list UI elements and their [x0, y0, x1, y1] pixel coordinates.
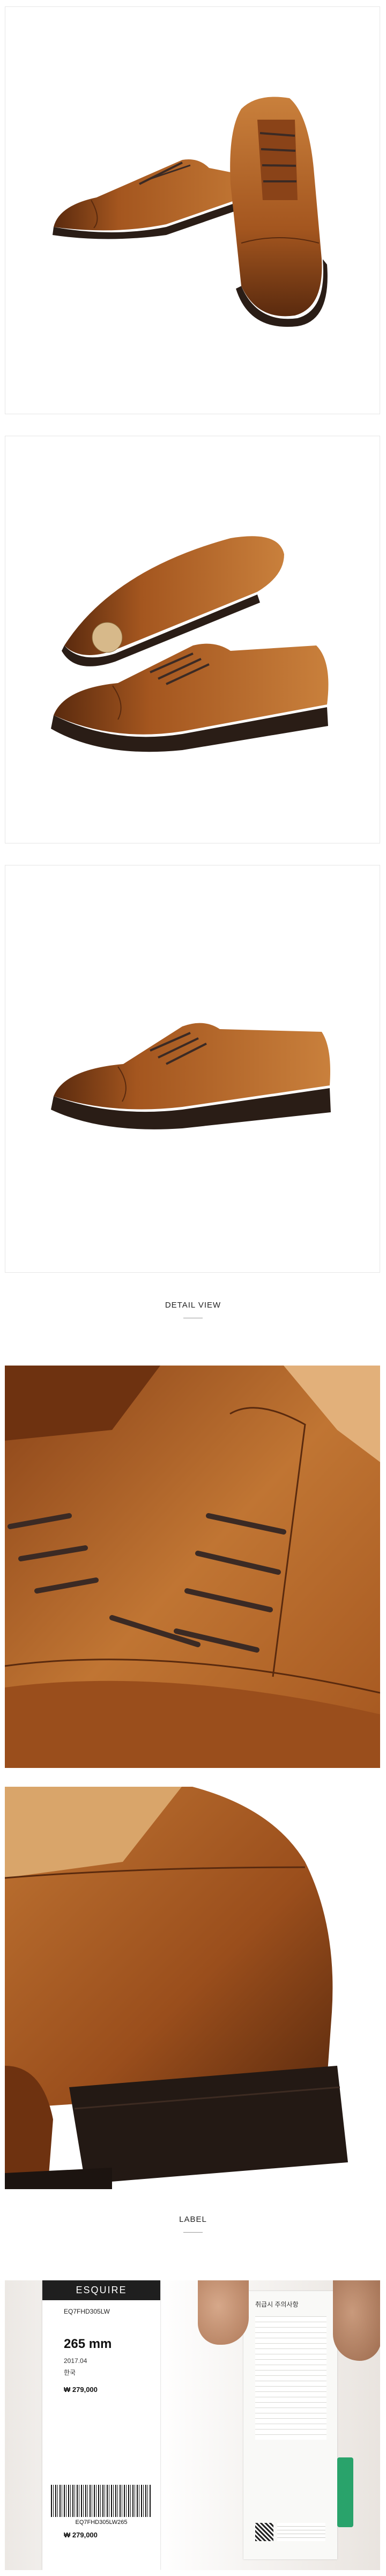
care-label-footer-text: [277, 2523, 325, 2541]
care-label-title: 취급시 주의사항: [255, 2301, 299, 2308]
care-label: 취급시 주의사항: [243, 2291, 337, 2559]
tag-size: 265 mm: [64, 2337, 112, 2351]
label-section-title: LABEL: [179, 2215, 207, 2224]
tag-origin: 한국: [64, 2369, 76, 2376]
label-section-divider: [183, 2232, 203, 2233]
shoe-side-image: [51, 1023, 331, 1129]
tag-year: 2017.04: [64, 2357, 87, 2365]
product-photo-side: [5, 865, 380, 1273]
hand-image: [198, 2280, 249, 2345]
tag-model: EQ7FHD305LW: [64, 2308, 110, 2315]
green-tag: [337, 2457, 353, 2527]
detail-view-title: DETAIL VIEW: [165, 1301, 221, 1310]
barcode-text: EQ7FHD305LW265: [75, 2519, 128, 2526]
tag-brand: ESQUIRE: [42, 2280, 160, 2300]
hand-image-right: [333, 2280, 380, 2361]
price-tag: ESQUIRE EQ7FHD305LW 265 mm 2017.04 한국 ₩ …: [42, 2280, 160, 2570]
care-label-text-block: [255, 2316, 326, 2440]
detail-photo-heel: [5, 1787, 380, 2189]
qr-code-icon: [255, 2523, 273, 2541]
lacing-closeup-image: [5, 1366, 380, 1768]
heel-closeup-image: [5, 1787, 348, 2189]
detail-photo-lacing: [5, 1366, 380, 1768]
product-photo-pair: [5, 6, 380, 414]
tag-price: 279,000: [72, 2386, 98, 2394]
shoe-pair-image: [53, 97, 328, 327]
product-photo-angle: [5, 436, 380, 843]
shoe-angle-image: [51, 536, 329, 752]
tag-price-bottom: 279,000: [72, 2531, 98, 2539]
label-photo: ESQUIRE EQ7FHD305LW 265 mm 2017.04 한국 ₩ …: [5, 2280, 380, 2570]
barcode: [51, 2485, 152, 2517]
